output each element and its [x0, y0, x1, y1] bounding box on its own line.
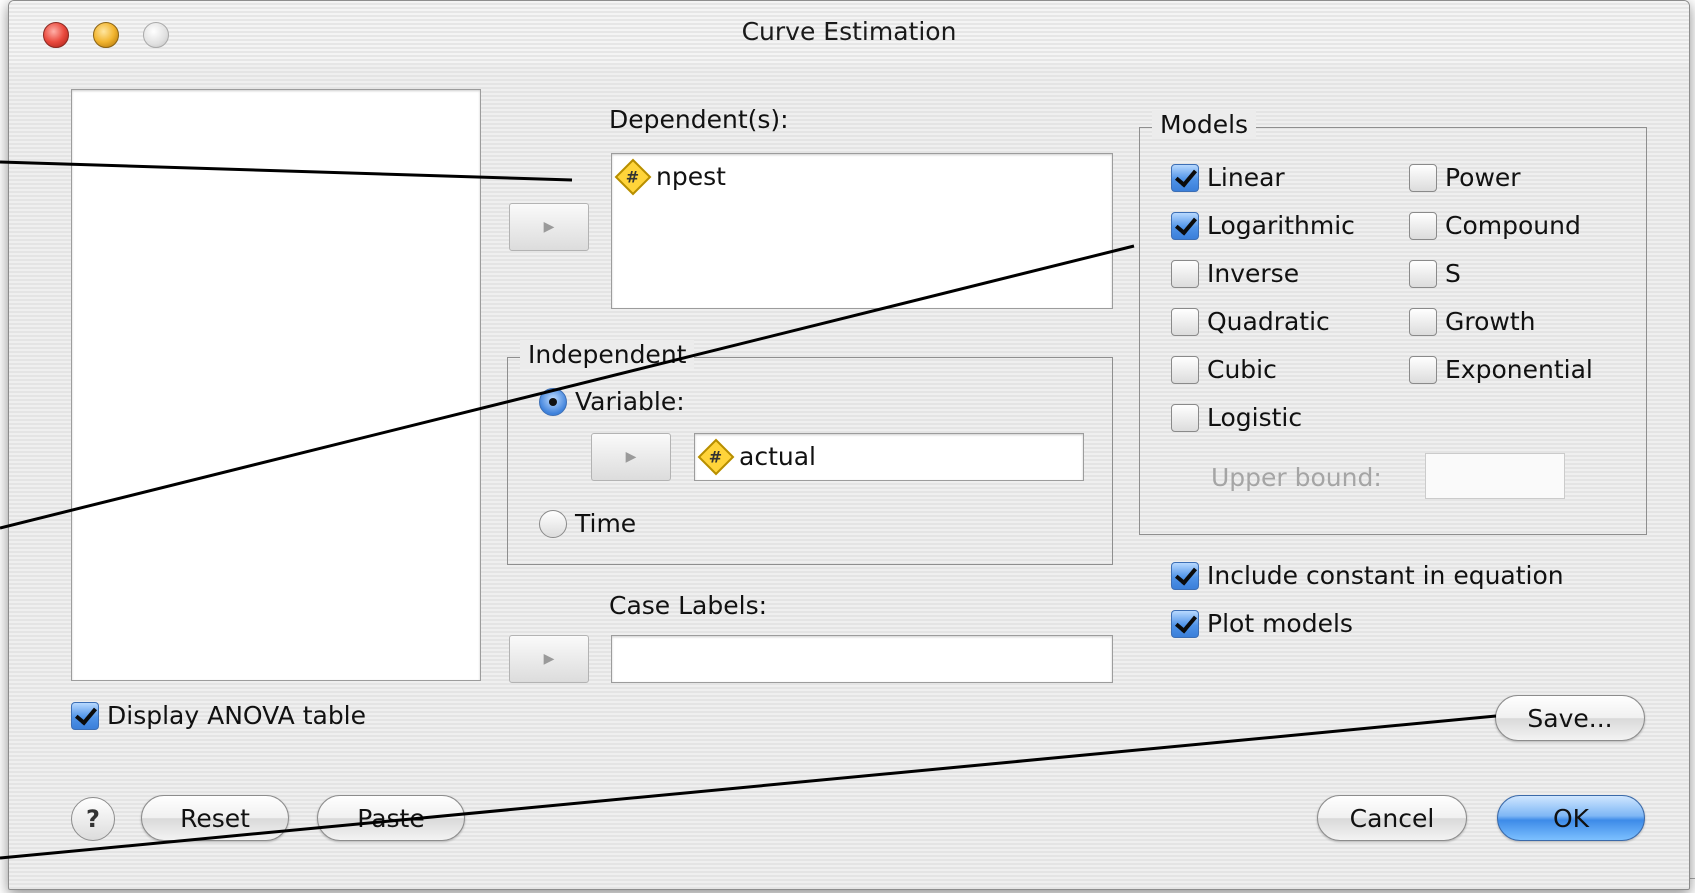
model-inverse-label: Inverse: [1207, 259, 1300, 288]
upper-bound-field: [1425, 453, 1565, 499]
checkbox-checked-icon: [1171, 163, 1199, 192]
paste-button[interactable]: Paste: [317, 795, 465, 841]
right-triangle-icon: ▶: [543, 651, 555, 667]
variable-radio[interactable]: Variable:: [539, 387, 685, 416]
checkbox-checked-icon: [1171, 561, 1199, 590]
checkbox-unchecked-icon: [1409, 355, 1437, 384]
checkbox-unchecked-icon: [1409, 259, 1437, 288]
checkbox-checked-icon: [71, 701, 99, 730]
right-triangle-icon: ▶: [543, 219, 555, 235]
model-quadratic-checkbox[interactable]: Quadratic: [1171, 307, 1330, 336]
model-growth-label: Growth: [1445, 307, 1536, 336]
checkbox-unchecked-icon: [1171, 307, 1199, 336]
model-exponential-checkbox[interactable]: Exponential: [1409, 355, 1593, 384]
display-anova-label: Display ANOVA table: [107, 701, 367, 730]
checkbox-unchecked-icon: [1171, 259, 1199, 288]
checkbox-unchecked-icon: [1171, 403, 1199, 432]
model-quadratic-label: Quadratic: [1207, 307, 1330, 336]
independent-legend: Independent: [520, 340, 695, 369]
model-logarithmic-label: Logarithmic: [1207, 211, 1355, 240]
upper-bound-label: Upper bound:: [1211, 463, 1382, 492]
reset-button[interactable]: Reset: [141, 795, 289, 841]
model-growth-checkbox[interactable]: Growth: [1409, 307, 1536, 336]
models-legend: Models: [1152, 110, 1257, 139]
dependent-label: Dependent(s):: [609, 105, 789, 134]
title-bar[interactable]: Curve Estimation: [9, 1, 1689, 65]
independent-item-label: actual: [739, 442, 816, 471]
model-logarithmic-checkbox[interactable]: Logarithmic: [1171, 211, 1355, 240]
model-compound-checkbox[interactable]: Compound: [1409, 211, 1581, 240]
move-to-case-labels-button[interactable]: ▶: [509, 635, 589, 683]
window-title: Curve Estimation: [741, 17, 957, 46]
dependent-item-label: npest: [656, 162, 726, 191]
ok-button[interactable]: OK: [1497, 795, 1645, 841]
display-anova-checkbox[interactable]: Display ANOVA table: [71, 701, 366, 730]
model-logistic-checkbox[interactable]: Logistic: [1171, 403, 1302, 432]
checkbox-checked-icon: [1171, 609, 1199, 638]
dependent-list[interactable]: # npest: [611, 153, 1113, 309]
model-power-checkbox[interactable]: Power: [1409, 163, 1521, 192]
dependent-item[interactable]: # npest: [614, 158, 726, 195]
model-cubic-checkbox[interactable]: Cubic: [1171, 355, 1277, 384]
help-button[interactable]: ?: [71, 797, 115, 841]
model-cubic-label: Cubic: [1207, 355, 1277, 384]
case-labels-label: Case Labels:: [609, 591, 768, 620]
plot-models-label: Plot models: [1207, 609, 1353, 638]
checkbox-unchecked-icon: [1409, 163, 1437, 192]
numeric-variable-icon: #: [697, 438, 735, 475]
model-inverse-checkbox[interactable]: Inverse: [1171, 259, 1299, 288]
variable-radio-label: Variable:: [575, 387, 685, 416]
time-radio[interactable]: Time: [539, 509, 636, 538]
checkbox-unchecked-icon: [1171, 355, 1199, 384]
model-linear-label: Linear: [1207, 163, 1285, 192]
model-logistic-label: Logistic: [1207, 403, 1303, 432]
model-power-label: Power: [1445, 163, 1521, 192]
independent-item[interactable]: # actual: [697, 438, 816, 475]
radio-selected-icon: [539, 387, 567, 416]
include-constant-checkbox[interactable]: Include constant in equation: [1171, 561, 1564, 590]
checkbox-checked-icon: [1171, 211, 1199, 240]
independent-variable-field[interactable]: # actual: [694, 433, 1084, 481]
model-s-checkbox[interactable]: S: [1409, 259, 1461, 288]
radio-unselected-icon: [539, 509, 567, 538]
curve-estimation-dialog: Curve Estimation Dependent(s): ▶ # npest…: [8, 0, 1690, 890]
source-variable-list[interactable]: [71, 89, 481, 681]
plot-models-checkbox[interactable]: Plot models: [1171, 609, 1353, 638]
model-s-label: S: [1445, 259, 1461, 288]
save-button[interactable]: Save...: [1495, 695, 1645, 741]
model-linear-checkbox[interactable]: Linear: [1171, 163, 1285, 192]
model-exponential-label: Exponential: [1445, 355, 1593, 384]
right-triangle-icon: ▶: [625, 449, 637, 465]
cancel-button[interactable]: Cancel: [1317, 795, 1467, 841]
include-constant-label: Include constant in equation: [1207, 561, 1564, 590]
checkbox-unchecked-icon: [1409, 307, 1437, 336]
time-radio-label: Time: [575, 509, 637, 538]
model-compound-label: Compound: [1445, 211, 1581, 240]
move-to-dependent-button[interactable]: ▶: [509, 203, 589, 251]
move-to-independent-button[interactable]: ▶: [591, 433, 671, 481]
case-labels-field[interactable]: [611, 635, 1113, 683]
checkbox-unchecked-icon: [1409, 211, 1437, 240]
numeric-variable-icon: #: [614, 158, 652, 195]
